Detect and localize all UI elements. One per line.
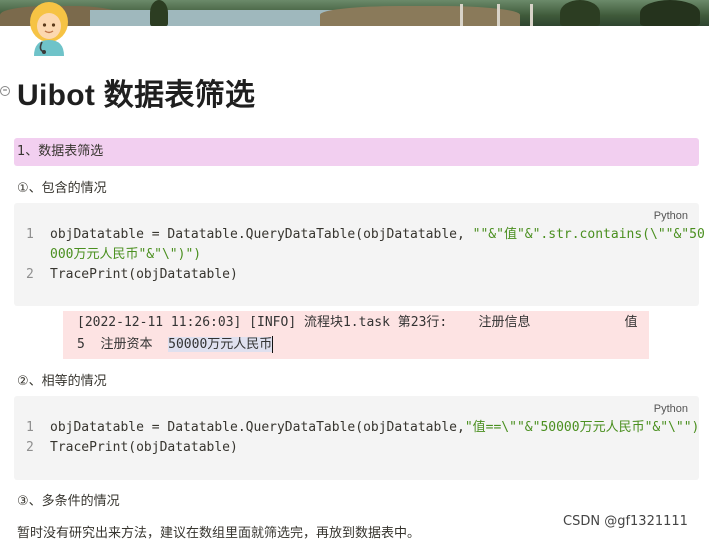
code-block-equals[interactable]: Python 1 objDatatable = Datatable.QueryDa… — [14, 396, 699, 480]
console-line: [2022-12-11 11:26:03] [INFO] 流程块1.task 第… — [77, 315, 638, 330]
section-heading: 1、数据表筛选 — [14, 138, 699, 166]
selected-text[interactable]: 50000万元人民币 — [168, 337, 273, 352]
banner-tree — [640, 0, 700, 26]
line-number: 2 — [26, 440, 34, 455]
line-number: 2 — [26, 267, 34, 282]
code-block-contains[interactable]: Python 1 objDatatable = Datatable.QueryDa… — [14, 203, 705, 306]
code-line: 000万元人民币"&"\")") — [26, 245, 201, 265]
console-output: [2022-12-11 11:26:03] [INFO] 流程块1.task 第… — [63, 311, 649, 359]
banner-post — [530, 4, 533, 26]
page-title: Uibot 数据表筛选 — [17, 79, 256, 112]
code-text: TracePrint(objDatatable) — [50, 440, 238, 455]
line-number: 1 — [26, 420, 34, 435]
code-line: 1 objDatatable = Datatable.QueryDataTable… — [26, 225, 705, 245]
code-text: objDatatable = Datatable.QueryDataTable(… — [50, 420, 465, 435]
code-language-label[interactable]: Python — [654, 403, 688, 415]
code-text: TracePrint(objDatatable) — [50, 267, 238, 282]
code-string: "值==\""&"50000万元人民币"&"\"") — [464, 420, 700, 435]
note-paragraph: 暂时没有研究出来方法，建议在数组里面就筛选完，再放到数据表中。 — [17, 526, 421, 541]
banner-post — [497, 4, 500, 26]
banner-water — [90, 10, 350, 26]
code-language-label[interactable]: Python — [654, 210, 688, 222]
subheading-multi-condition: ③、多条件的情况 — [17, 494, 120, 509]
code-string: 000万元人民币"&"\")") — [50, 247, 202, 262]
code-string: ""&"值"&".str.contains(\""&"50 — [472, 227, 705, 242]
subheading-contains: ①、包含的情况 — [17, 181, 107, 196]
console-text: 5 注册资本 — [77, 337, 169, 352]
code-line: 2 TracePrint(objDatatable) — [26, 265, 238, 285]
code-line: 2 TracePrint(objDatatable) — [26, 438, 238, 458]
text-cursor — [272, 336, 274, 353]
cover-banner — [0, 0, 709, 26]
banner-bank — [320, 6, 520, 26]
health-worker-emoji-icon — [30, 2, 68, 56]
banner-tree — [560, 0, 600, 26]
page-icon[interactable] — [26, 0, 72, 56]
banner-tree — [150, 0, 168, 26]
line-number: 1 — [26, 227, 34, 242]
console-line: 5 注册资本 50000万元人民币 — [77, 335, 274, 355]
comment-icon[interactable]: = — [0, 86, 10, 96]
banner-post — [460, 4, 463, 26]
code-line: 1 objDatatable = Datatable.QueryDataTable… — [26, 418, 699, 438]
code-text: objDatatable = Datatable.QueryDataTable(… — [50, 227, 473, 242]
watermark: CSDN @gf1321111 — [563, 514, 688, 529]
section-heading-label: 1、数据表筛选 — [17, 144, 104, 159]
subheading-equals: ②、相等的情况 — [17, 374, 107, 389]
